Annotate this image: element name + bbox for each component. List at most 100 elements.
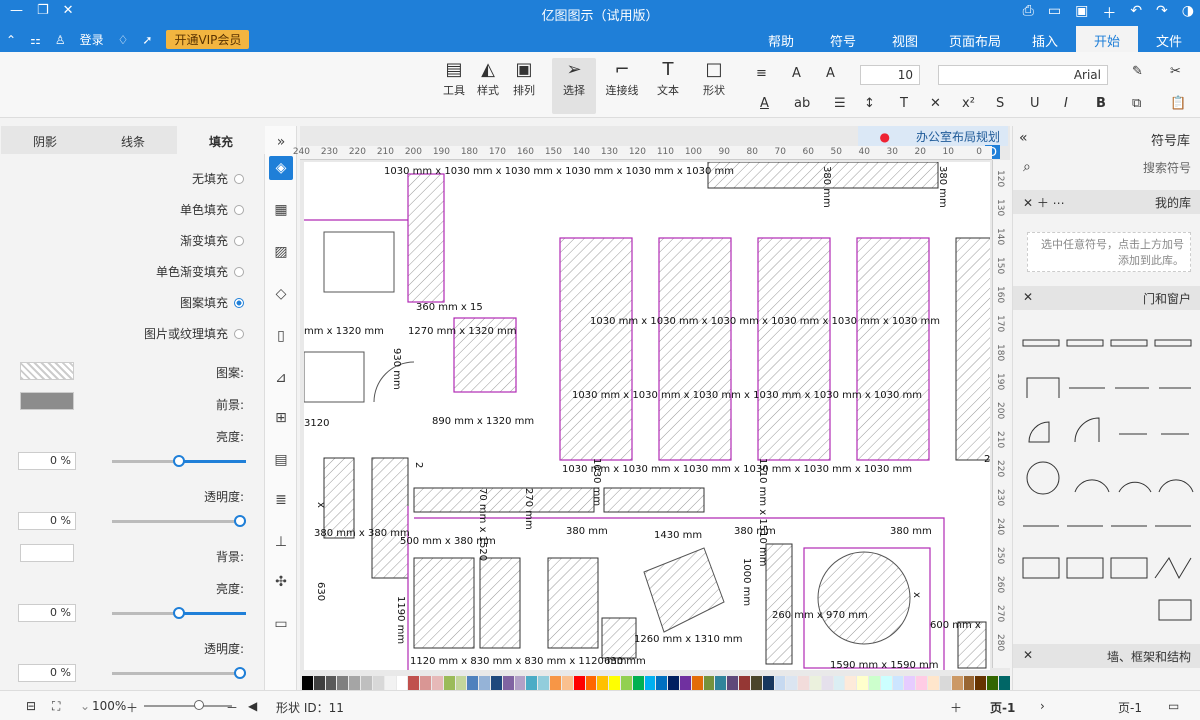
mid-wall-block[interactable] [413, 487, 595, 513]
door-swing-symbol[interactable] [1028, 421, 1050, 443]
palette-color-swatch[interactable] [313, 676, 325, 690]
palette-color-swatch[interactable] [939, 676, 951, 690]
expand-icon[interactable]: ✣ [269, 570, 293, 594]
paste-icon[interactable]: 📋 [1170, 96, 1186, 111]
fit-window-icon[interactable]: ⊟ [26, 699, 36, 713]
palette-color-swatch[interactable] [668, 676, 679, 690]
tab-shadow[interactable]: 阴影 [1, 126, 89, 154]
palette-color-swatch[interactable] [715, 676, 727, 690]
tool-connector[interactable]: ⌐ 连接线 [600, 58, 644, 98]
slider-knob[interactable] [173, 455, 185, 467]
transparency-input[interactable]: 0 % [18, 512, 76, 530]
fill-option-gradient[interactable]: 渐变填充 [180, 232, 244, 249]
play-icon[interactable]: ◀ [248, 699, 257, 713]
undo-icon[interactable]: ↶ [1130, 3, 1142, 23]
desk-cluster-1[interactable] [559, 237, 633, 461]
zoom-slider-knob[interactable] [194, 700, 204, 710]
library-search[interactable]: ⌕ 搜索符号 [1023, 156, 1191, 178]
table-icon[interactable]: ⊞ [269, 406, 293, 430]
palette-color-swatch[interactable] [857, 676, 868, 690]
floor-plan[interactable]: 1030 mm x 1030 mm x 1030 mm x 1030 mm x … [304, 162, 990, 670]
radio-pattern[interactable] [234, 297, 244, 308]
fill-option-pattern[interactable]: 图案填充 [180, 294, 244, 311]
window-symbol[interactable] [1066, 339, 1104, 347]
vip-button[interactable]: 开通VIP会员 [166, 30, 250, 49]
page-nav-icon[interactable]: › [1040, 699, 1045, 713]
palette-color-swatch[interactable] [420, 676, 431, 690]
send-icon[interactable]: ➚ [142, 33, 152, 47]
palette-color-swatch[interactable] [951, 676, 963, 690]
desk-cluster-4[interactable] [856, 237, 930, 461]
opening-symbol[interactable] [1158, 599, 1192, 621]
open-icon[interactable]: ▭ [1048, 3, 1061, 23]
page-list-icon[interactable]: ▭ [1168, 699, 1179, 713]
slider-knob[interactable] [234, 667, 246, 679]
palette-color-swatch[interactable] [443, 676, 455, 690]
bold-icon[interactable]: B [1096, 96, 1106, 111]
palette-color-swatch[interactable] [963, 676, 975, 690]
office-block-2[interactable] [479, 557, 521, 649]
palette-color-swatch[interactable] [396, 676, 408, 690]
palette-color-swatch[interactable] [479, 676, 490, 690]
palette-color-swatch[interactable] [337, 676, 349, 690]
foreground-color-swatch[interactable] [20, 392, 74, 410]
palette-color-swatch[interactable] [762, 676, 774, 690]
transparency-slider[interactable] [112, 515, 246, 527]
page-tab-active[interactable]: 页-1 [990, 699, 1015, 716]
close-section-icon[interactable]: ✕ [1023, 290, 1033, 304]
zoom-slider[interactable] [144, 700, 232, 710]
radio-none[interactable] [234, 173, 244, 184]
canvas-area[interactable]: ● 办公室布局规划 D 0 10 20 30 40 50 60 70 80 90 100 110 120 1… [293, 126, 1010, 690]
superscript-icon[interactable]: x² [962, 96, 975, 111]
section-doors-windows[interactable]: ✕ 门和窗户 [1013, 286, 1200, 310]
print-icon[interactable]: ⎙ [1023, 3, 1034, 23]
office-block-4[interactable] [601, 617, 637, 659]
palette-color-swatch[interactable] [585, 676, 597, 690]
redo-icon[interactable]: ↷ [1156, 3, 1168, 23]
fill-option-single-gradient[interactable]: 单色渐变填充 [156, 263, 244, 280]
zoom-out-icon[interactable]: － [226, 699, 238, 716]
palette-color-swatch[interactable] [502, 676, 514, 690]
palette-color-swatch[interactable] [798, 676, 809, 690]
palette-color-swatch[interactable] [467, 676, 479, 690]
data-icon[interactable]: ▤ [269, 448, 293, 472]
palette-color-swatch[interactable] [431, 676, 443, 690]
palette-color-swatch[interactable] [880, 676, 892, 690]
palette-color-swatch[interactable] [455, 676, 467, 690]
font-color-icon[interactable]: A [760, 96, 769, 111]
highlight-icon[interactable]: ab [794, 96, 810, 111]
tab-symbol[interactable]: 符号 [812, 26, 874, 52]
palette-color-swatch[interactable] [904, 676, 916, 690]
tab-file[interactable]: 文件 [1138, 26, 1200, 52]
line-spacing-icon[interactable]: ↕ [864, 96, 875, 111]
slider-knob[interactable] [234, 515, 246, 527]
folding-door-symbol[interactable] [1066, 557, 1104, 579]
layers-icon[interactable]: ◇ [269, 282, 293, 306]
door-symbol[interactable] [1026, 377, 1060, 398]
tab-insert[interactable]: 插入 [1014, 26, 1076, 52]
palette-color-swatch[interactable] [727, 676, 739, 690]
bell-icon[interactable]: ♢ [118, 33, 129, 47]
palette-color-swatch[interactable] [987, 676, 998, 690]
brightness2-input[interactable]: 0 % [18, 604, 76, 622]
add-page-icon[interactable]: ＋ [950, 699, 962, 716]
palette-color-swatch[interactable] [691, 676, 703, 690]
brightness-slider[interactable] [112, 455, 246, 467]
format-icon[interactable]: ≣ [269, 488, 293, 512]
shirt-icon[interactable]: ♙ [55, 33, 66, 47]
page-selector[interactable]: 页-1 [1118, 699, 1142, 716]
palette-color-swatch[interactable] [892, 676, 904, 690]
transparency2-input[interactable]: 0 % [18, 664, 76, 682]
section-walls[interactable]: ✕ 墙、框架和结构 [1013, 644, 1200, 668]
radio-picture[interactable] [234, 328, 244, 339]
background-color-swatch[interactable] [20, 544, 74, 562]
partition-block[interactable] [371, 457, 409, 579]
align-icon[interactable]: ≡ [756, 66, 767, 81]
drawing-page[interactable]: 1030 mm x 1030 mm x 1030 mm x 1030 mm x … [304, 162, 990, 670]
collapse-ribbon-icon[interactable]: ⌃ [6, 33, 16, 47]
zoom-level[interactable]: 100% [92, 699, 126, 713]
minimize-icon[interactable]: — [10, 3, 23, 18]
desk-cluster-2[interactable] [658, 237, 732, 461]
window-symbol[interactable] [1110, 339, 1148, 347]
section-favorites[interactable]: ✕ ＋ ⋯ 我的库 [1013, 190, 1200, 214]
